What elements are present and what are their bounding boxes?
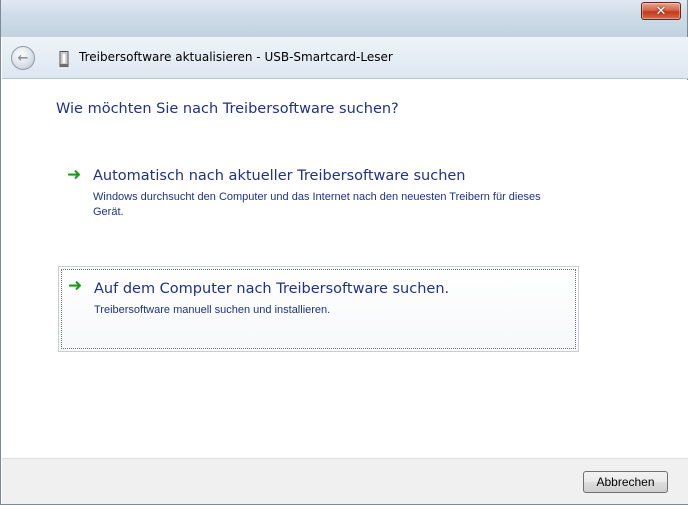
cancel-button[interactable]: Abbrechen — [583, 471, 668, 493]
option-title: Automatisch nach aktueller Treibersoftwa… — [93, 168, 466, 184]
title-bar[interactable]: ✕ — [1, 0, 687, 37]
back-button[interactable]: ← — [11, 46, 35, 70]
content-area: Wie möchten Sie nach Treibersoftware suc… — [2, 80, 688, 458]
green-arrow-icon: ➜ — [67, 165, 82, 185]
option-title: Auf dem Computer nach Treibersoftware su… — [94, 281, 450, 297]
option-search-automatically[interactable]: ➜ Automatisch nach aktueller Treibersoft… — [58, 160, 579, 240]
window-title: Treibersoftware aktualisieren - USB-Smar… — [79, 50, 393, 64]
close-button[interactable]: ✕ — [641, 2, 681, 20]
wizard-window: ✕ ← Treibersoftware aktualisieren - USB-… — [0, 0, 688, 505]
green-arrow-icon: ➜ — [68, 276, 83, 296]
page-heading: Wie möchten Sie nach Treibersoftware suc… — [56, 101, 399, 117]
option-description: Windows durchsucht den Computer und das … — [93, 191, 541, 218]
option-description: Treibersoftware manuell suchen und insta… — [94, 304, 331, 316]
usb-device-icon — [59, 51, 69, 67]
back-arrow-icon: ← — [17, 50, 29, 66]
option-browse-computer[interactable]: ➜ Auf dem Computer nach Treibersoftware … — [58, 266, 579, 352]
navigation-bar: ← Treibersoftware aktualisieren - USB-Sm… — [2, 37, 688, 79]
button-bar: Abbrechen — [2, 458, 688, 504]
close-icon: ✕ — [655, 3, 667, 19]
